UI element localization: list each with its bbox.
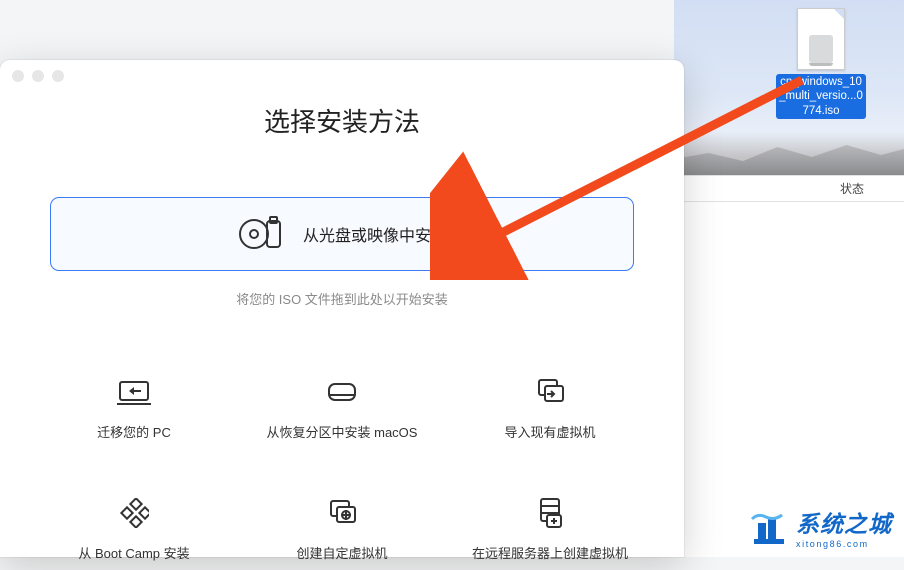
bootcamp-icon [116, 497, 152, 529]
desktop-iso-file[interactable]: cn_windows_10_multi_versio...0774.iso [776, 8, 866, 119]
remote-vm-icon [532, 497, 568, 529]
primary-option-label: 从光盘或映像中安装 [303, 222, 447, 246]
close-icon[interactable] [12, 70, 24, 82]
iso-file-label: cn_windows_10_multi_versio...0774.iso [776, 74, 866, 119]
custom-vm-option[interactable]: 创建自定虚拟机 [238, 489, 446, 570]
watermark-url: xitong86.com [796, 539, 892, 549]
minimize-icon[interactable] [32, 70, 44, 82]
install-macos-recovery-option[interactable]: 从恢复分区中安装 macOS [238, 368, 446, 449]
option-label: 从恢复分区中安装 macOS [267, 422, 418, 441]
watermark-title: 系统之城 [796, 505, 892, 539]
wallpaper-mountain [674, 135, 904, 175]
window-traffic-lights[interactable] [12, 70, 64, 82]
dialog-title: 选择安装方法 [0, 102, 684, 139]
custom-vm-icon [324, 497, 360, 529]
disc-usb-icon [237, 215, 285, 253]
import-vm-icon [532, 376, 568, 408]
remote-vm-option[interactable]: 在远程服务器上创建虚拟机 [446, 489, 654, 570]
col-status: 状态 [840, 180, 864, 197]
option-grid: 迁移您的 PC 从恢复分区中安装 macOS 导入现有虚拟机 [30, 368, 654, 570]
migrate-pc-option[interactable]: 迁移您的 PC [30, 368, 238, 449]
option-label: 导入现有虚拟机 [504, 422, 595, 441]
vm-list-panel: 状态 [674, 175, 904, 557]
install-from-disc-image-option[interactable]: 从光盘或映像中安装 [50, 197, 634, 271]
install-method-dialog: 选择安装方法 从光盘或映像中安装 将您的 ISO 文件拖到此处以开始安装 [0, 60, 684, 557]
recovery-icon [324, 376, 360, 408]
vm-list-header: 状态 [674, 176, 904, 202]
option-label: 在远程服务器上创建虚拟机 [472, 543, 628, 562]
option-label: 迁移您的 PC [97, 422, 171, 441]
drag-iso-hint: 将您的 ISO 文件拖到此处以开始安装 [0, 289, 684, 308]
option-label: 创建自定虚拟机 [296, 543, 387, 562]
zoom-icon[interactable] [52, 70, 64, 82]
import-vm-option[interactable]: 导入现有虚拟机 [446, 368, 654, 449]
watermark: 系统之城 xitong86.com [748, 505, 892, 549]
option-label: 从 Boot Camp 安装 [78, 543, 189, 562]
watermark-logo-icon [748, 509, 788, 545]
bootcamp-option[interactable]: 从 Boot Camp 安装 [30, 489, 238, 570]
migrate-pc-icon [116, 376, 152, 408]
iso-file-icon [797, 8, 845, 70]
